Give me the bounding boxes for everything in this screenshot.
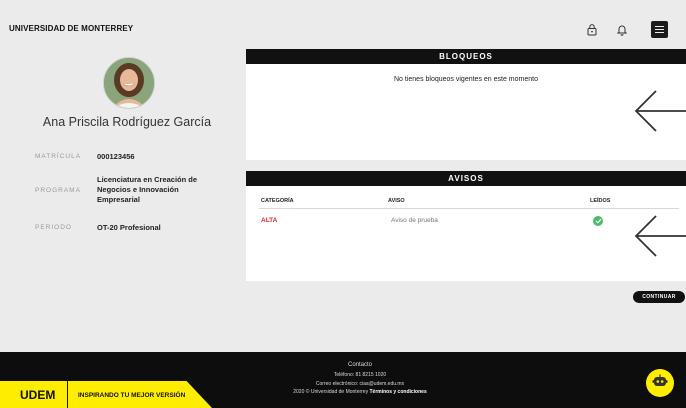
footer-email: Correo electrónico: ciaa@udem.edu.mx [315,381,405,387]
terms-link[interactable]: Términos y condiciones [369,389,426,395]
category-badge: ALTA [261,217,278,224]
aviso-text[interactable]: Aviso de prueba [391,217,438,224]
footer-tagline-banner: UDEM INSPIRANDO TU MEJOR VERSIÓN [0,381,212,408]
bloqueos-empty-message: No tienes bloqueos vigentes en este mome… [394,76,538,83]
continue-button[interactable]: CONTINUAR [633,291,685,303]
programa-line: Licenciatura en Creación de [97,175,198,184]
chatbot-button[interactable] [646,369,674,397]
copyright-text: 2020 © Universidad de Monterrey [293,389,370,395]
avisos-panel: AVISOS CATEGORÍA AVISO LEÍDOS ALTA Aviso… [246,171,686,281]
tagline: INSPIRANDO TU MEJOR VERSIÓN [78,392,186,399]
university-name: UNIVERSIDAD DE MONTERREY [9,24,134,33]
robot-icon [652,374,668,393]
footer-phone: Teléfono: 81 8215 1020 [333,372,387,378]
matricula-value: 000123456 [97,152,135,161]
top-bar: UNIVERSIDAD DE MONTERREY [0,0,686,46]
programa-line: Negocios e Innovación [97,185,179,194]
student-profile: Ana Priscila Rodríguez García MATRÍCULA … [0,46,240,356]
udem-logo[interactable]: UDEM [0,381,68,408]
udem-logo-text: UDEM [20,388,56,402]
programa-value: Licenciatura en Creación de Negocios e I… [97,175,197,205]
arrow-left-icon[interactable] [632,214,686,263]
periodo-label: PERIODO [35,224,72,231]
column-header-leidos: LEÍDOS [590,198,611,204]
avisos-table-header: CATEGORÍA AVISO LEÍDOS [259,198,679,209]
bloqueos-panel: BLOQUEOS No tienes bloqueos vigentes en … [246,49,686,160]
programa-label: PROGRAMA [35,187,81,194]
lock-icon[interactable] [584,21,600,37]
avatar [103,57,155,109]
table-row[interactable]: ALTA Aviso de prueba [259,216,679,229]
arrow-left-icon[interactable] [632,89,686,138]
matricula-label: MATRÍCULA [35,153,82,160]
avisos-title: AVISOS [246,171,686,186]
footer-contact-title: Contacto [347,362,372,368]
column-header-aviso: AVISO [388,198,405,204]
bell-icon[interactable] [614,21,630,37]
programa-line: Empresarial [97,195,140,204]
periodo-value: OT-20 Profesional [97,223,161,232]
footer-copyright: 2020 © Universidad de Monterrey Términos… [200,389,520,395]
footer: Contacto Teléfono: 81 8215 1020 Correo e… [0,352,686,408]
column-header-categoria: CATEGORÍA [261,198,294,204]
check-icon [593,216,603,226]
menu-icon[interactable] [651,21,668,38]
student-name: Ana Priscila Rodríguez García [42,115,212,129]
bloqueos-title: BLOQUEOS [246,49,686,64]
